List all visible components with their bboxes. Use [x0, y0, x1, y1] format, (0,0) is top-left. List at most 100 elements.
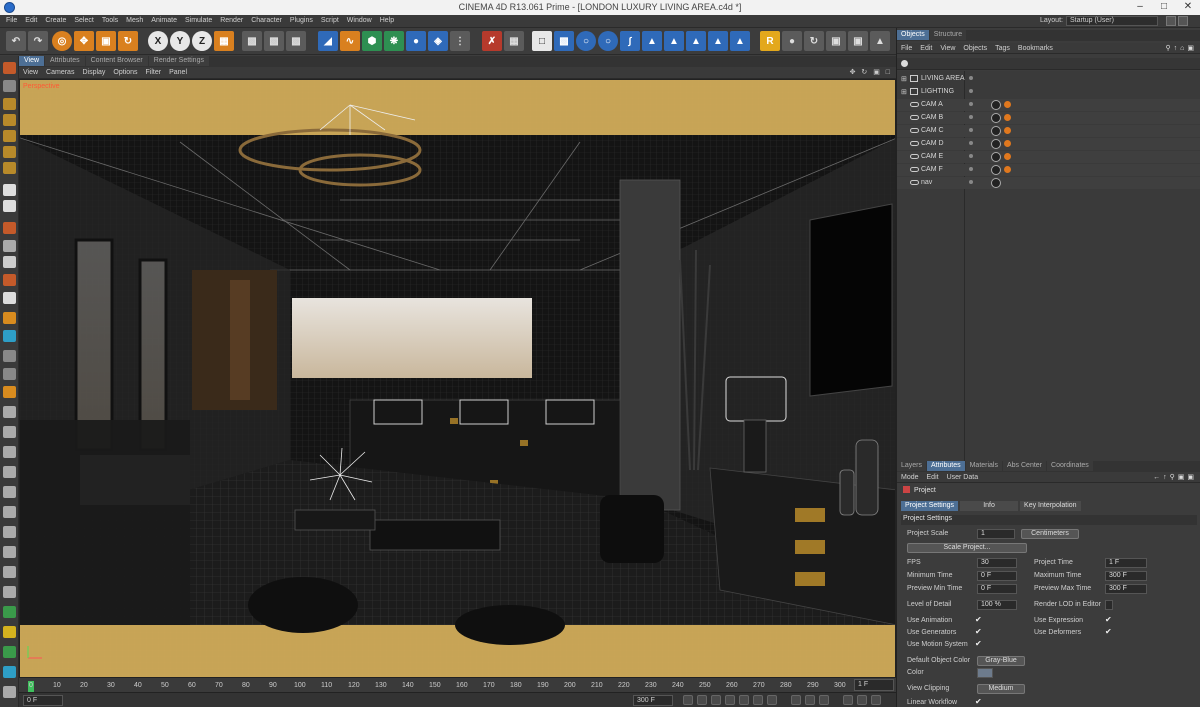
lightbulb-icon[interactable]	[3, 626, 16, 638]
next-key-icon[interactable]	[753, 695, 763, 705]
symmetry-icon[interactable]	[3, 256, 16, 268]
tab-layers[interactable]: Layers	[897, 461, 927, 471]
record-icon[interactable]: ●	[782, 31, 802, 51]
minimize-button[interactable]: –	[1128, 0, 1152, 15]
3d-viewport[interactable]: Perspective	[19, 79, 896, 678]
texture-icon[interactable]	[3, 162, 16, 174]
menu-create[interactable]: Create	[41, 15, 70, 24]
maximum-time-input[interactable]: 300 F	[1105, 571, 1147, 581]
subtab-info[interactable]: Info	[960, 501, 1019, 511]
subtab-key-interpolation[interactable]: Key Interpolation	[1020, 501, 1081, 511]
z-axis-icon[interactable]: Z	[192, 31, 212, 51]
extrude-icon[interactable]	[3, 446, 16, 458]
bodypaint-icon[interactable]	[3, 666, 16, 678]
end-frame-field[interactable]: 300 F	[633, 695, 673, 706]
points-mode-icon[interactable]: ○	[576, 31, 596, 51]
default-object-color-select[interactable]: Gray-Blue	[977, 656, 1025, 666]
scale-project-button[interactable]: Scale Project...	[907, 543, 1027, 553]
light-icon[interactable]: ●	[406, 31, 426, 51]
autokey-icon[interactable]: ▣	[848, 31, 868, 51]
redo-icon[interactable]: ↷	[28, 31, 48, 51]
bridge-icon[interactable]	[3, 486, 16, 498]
visibility-dot-icon[interactable]	[969, 89, 973, 93]
objects-menu-objects[interactable]: Objects	[959, 43, 991, 52]
menu-tools[interactable]: Tools	[98, 15, 122, 24]
object-row-cam-e[interactable]: CAM E	[897, 151, 1200, 163]
live-select-icon[interactable]: ◎	[52, 31, 72, 51]
scale-icon[interactable]: ▣	[96, 31, 116, 51]
objects-menu-tags[interactable]: Tags	[991, 43, 1014, 52]
protection-tag-icon[interactable]	[1004, 127, 1011, 134]
maximize-button[interactable]: □	[1152, 0, 1176, 15]
menu-help[interactable]: Help	[376, 15, 398, 24]
menu-script[interactable]: Script	[317, 15, 343, 24]
play-icon[interactable]	[725, 695, 735, 705]
go-to-start-icon[interactable]	[683, 695, 693, 705]
expand-icon[interactable]: ⊞	[901, 75, 907, 83]
menu-simulate[interactable]: Simulate	[181, 15, 216, 24]
level-of-detail-input[interactable]: 100 %	[977, 600, 1017, 610]
viewport-menu-cameras[interactable]: Cameras	[42, 67, 78, 76]
undo-icon[interactable]: ↶	[6, 31, 26, 51]
tab-objects[interactable]: Objects	[897, 30, 929, 40]
visibility-dot-icon[interactable]	[969, 102, 973, 106]
use-animation-checkbox[interactable]: ✔	[975, 615, 982, 624]
rotation-key-icon[interactable]	[871, 695, 881, 705]
record-key-icon[interactable]	[791, 695, 801, 705]
previous-frame-icon[interactable]	[711, 695, 721, 705]
paint-icon[interactable]	[3, 292, 16, 304]
knife-icon[interactable]	[3, 426, 16, 438]
linear-workflow-checkbox[interactable]: ✔	[975, 697, 982, 706]
object-row-cam-f[interactable]: CAM F	[897, 164, 1200, 176]
visibility-dot-icon[interactable]	[969, 76, 973, 80]
rotate-view-icon[interactable]	[3, 330, 16, 342]
minimum-time-input[interactable]: 0 F	[977, 571, 1017, 581]
fps-input[interactable]: 30	[977, 558, 1017, 568]
target-tag-icon[interactable]	[991, 178, 1001, 188]
magnet-icon[interactable]	[3, 546, 16, 558]
workplane-icon[interactable]	[3, 184, 16, 196]
tab-coordinates[interactable]: Coordinates	[1047, 461, 1093, 471]
subtab-project-settings[interactable]: Project Settings	[901, 501, 959, 511]
soft-selection-icon[interactable]	[3, 240, 16, 252]
lock-icon[interactable]: ▣	[1178, 474, 1188, 481]
render-region-icon[interactable]: R	[760, 31, 780, 51]
render-picture-viewer-icon[interactable]: ▩	[264, 31, 284, 51]
visibility-dot-icon[interactable]	[969, 115, 973, 119]
tweak-mode-icon[interactable]: ▲	[686, 31, 706, 51]
search-icon[interactable]: ⚲	[1170, 474, 1178, 481]
protection-tag-icon[interactable]	[1004, 140, 1011, 147]
motion-icon[interactable]: ↻	[804, 31, 824, 51]
protection-tag-icon[interactable]	[1004, 101, 1011, 108]
viewport-menu-filter[interactable]: Filter	[142, 67, 166, 76]
point-icon[interactable]	[3, 114, 16, 126]
viewport-menu-panel[interactable]: Panel	[165, 67, 191, 76]
use-deformers-checkbox[interactable]: ✔	[1105, 627, 1112, 636]
target-tag-icon[interactable]	[991, 165, 1001, 175]
timeline-ruler[interactable]: 0 10 20 30 40 50 60 70 80 90 100 110 120…	[19, 678, 896, 693]
edges-mode-icon[interactable]: ○	[598, 31, 618, 51]
protection-tag-icon[interactable]	[1004, 153, 1011, 160]
target-tag-icon[interactable]	[991, 113, 1001, 123]
new-view-icon[interactable]: ▣	[1187, 45, 1197, 52]
edge-icon[interactable]	[3, 130, 16, 142]
y-axis-icon[interactable]: Y	[170, 31, 190, 51]
tab-render-settings[interactable]: Render Settings	[148, 56, 209, 66]
snap-icon[interactable]: ✗	[482, 31, 502, 51]
previous-key-icon[interactable]	[697, 695, 707, 705]
keyframe-icon[interactable]: ▣	[826, 31, 846, 51]
menu-edit[interactable]: Edit	[21, 15, 41, 24]
attributes-menu-edit[interactable]: Edit	[923, 472, 943, 481]
clear-filter-icon[interactable]	[901, 60, 908, 67]
target-tag-icon[interactable]	[991, 126, 1001, 136]
menu-animate[interactable]: Animate	[147, 15, 181, 24]
boolean-icon[interactable]	[3, 274, 16, 286]
view-clipping-select[interactable]: Medium	[977, 684, 1025, 694]
close-button[interactable]: ✕	[1176, 0, 1200, 15]
menu-window[interactable]: Window	[343, 15, 376, 24]
polygon-icon[interactable]	[3, 146, 16, 158]
slide-icon[interactable]	[3, 526, 16, 538]
project-scale-input[interactable]: 1	[977, 529, 1015, 539]
keyframe-selection-icon[interactable]	[819, 695, 829, 705]
texture-mode-icon[interactable]: ▲	[642, 31, 662, 51]
